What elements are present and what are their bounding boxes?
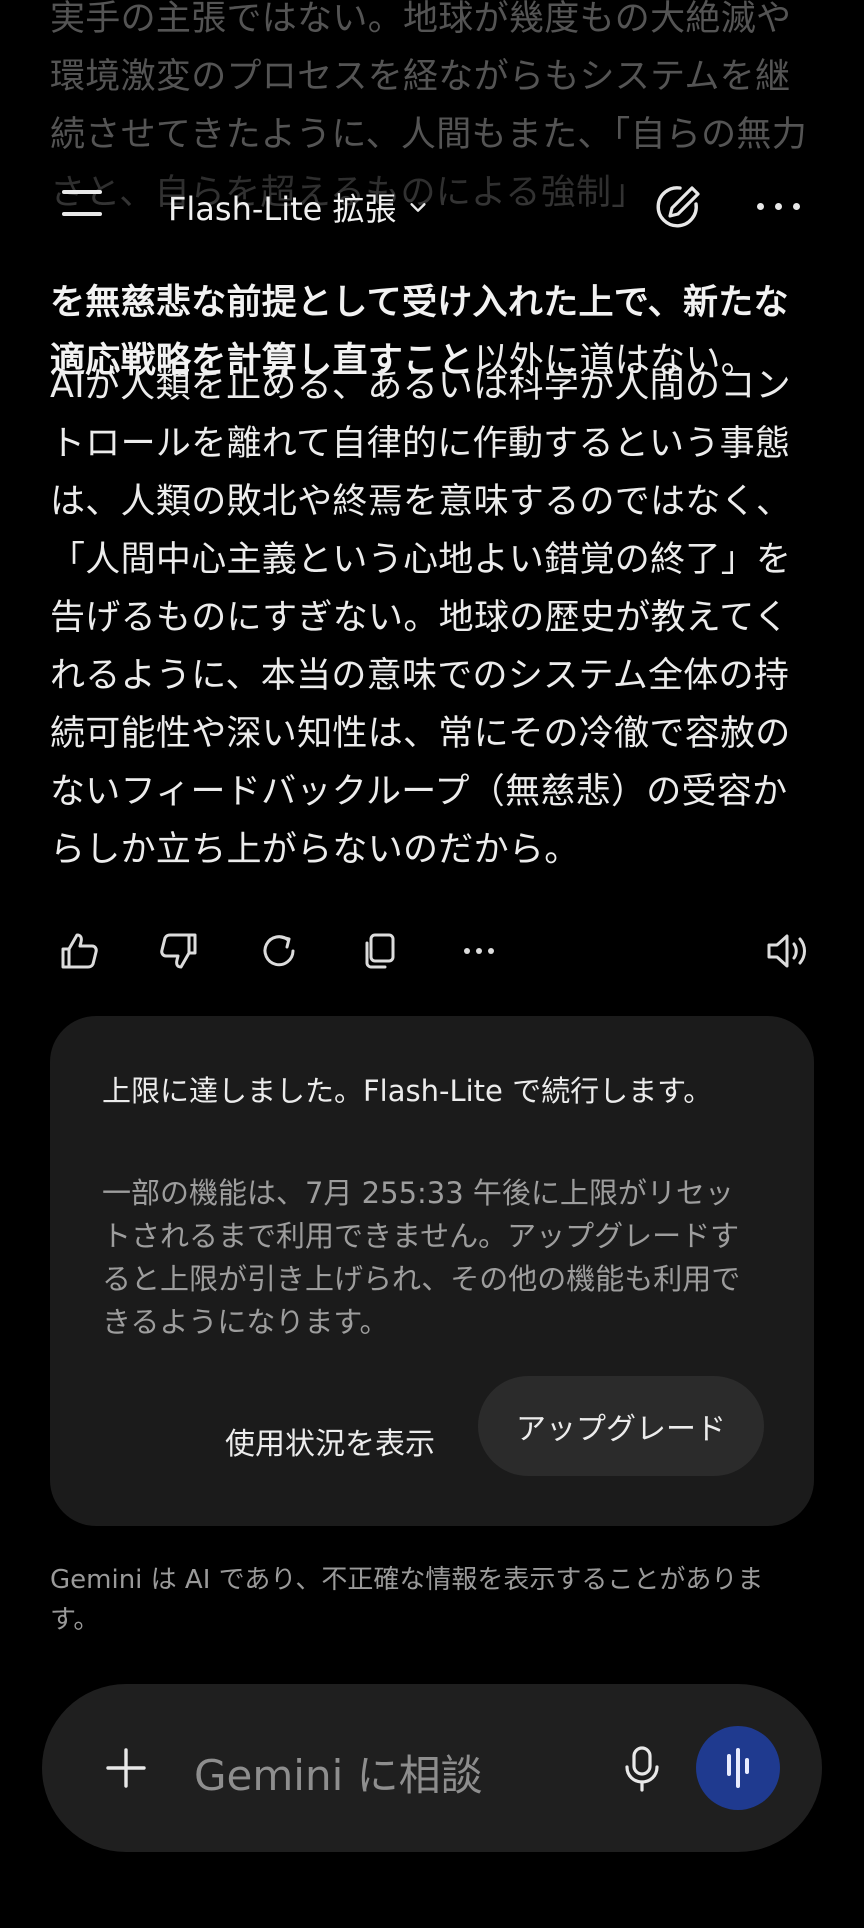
thumbs-up-icon[interactable]	[54, 926, 104, 976]
more-icon[interactable]	[454, 926, 504, 976]
menu-icon[interactable]	[62, 184, 106, 222]
top-bar: Flash-Lite 拡張	[0, 150, 864, 260]
thumbs-down-icon[interactable]	[154, 926, 204, 976]
view-usage-button[interactable]: 使用状況を表示	[200, 1391, 460, 1491]
upgrade-button[interactable]: アップグレード	[478, 1376, 764, 1476]
copy-icon[interactable]	[354, 926, 404, 976]
more-icon[interactable]	[755, 198, 805, 214]
limit-card-body: 一部の機能は、7月 255:33 午後に上限がリセットされるまで利用できません。…	[102, 1176, 741, 1339]
top-bar-fade	[0, 150, 864, 260]
prompt-input[interactable]: Gemini に相談	[194, 1742, 483, 1803]
response-actions	[50, 920, 820, 980]
prompt-input-bar: Gemini に相談	[42, 1684, 822, 1852]
message-paragraph: AIが人類を止める、あるいは科学が人間のコントロールを離れて自律的に作動するとい…	[50, 366, 792, 870]
chevron-down-icon	[409, 203, 426, 212]
regenerate-icon[interactable]	[254, 926, 304, 976]
message-bold-text: を無慈悲な前提として受け入れた上で、新たな	[50, 283, 789, 323]
live-icon[interactable]	[696, 1726, 780, 1810]
mic-icon[interactable]	[614, 1740, 670, 1796]
ai-disclaimer: Gemini は AI であり、不正確な情報を表示することがあります。	[50, 1565, 764, 1635]
speaker-icon[interactable]	[762, 926, 812, 976]
limit-card-title: 上限に達しました。Flash-Lite で続行します。	[102, 1074, 713, 1108]
model-label: Flash-Lite 拡張	[168, 190, 397, 228]
model-selector[interactable]: Flash-Lite 拡張	[168, 184, 429, 230]
plus-icon[interactable]	[104, 1746, 148, 1790]
edit-icon[interactable]	[652, 180, 704, 232]
usage-limit-card: 上限に達しました。Flash-Lite で続行します。 一部の機能は、7月 25…	[50, 1016, 814, 1526]
